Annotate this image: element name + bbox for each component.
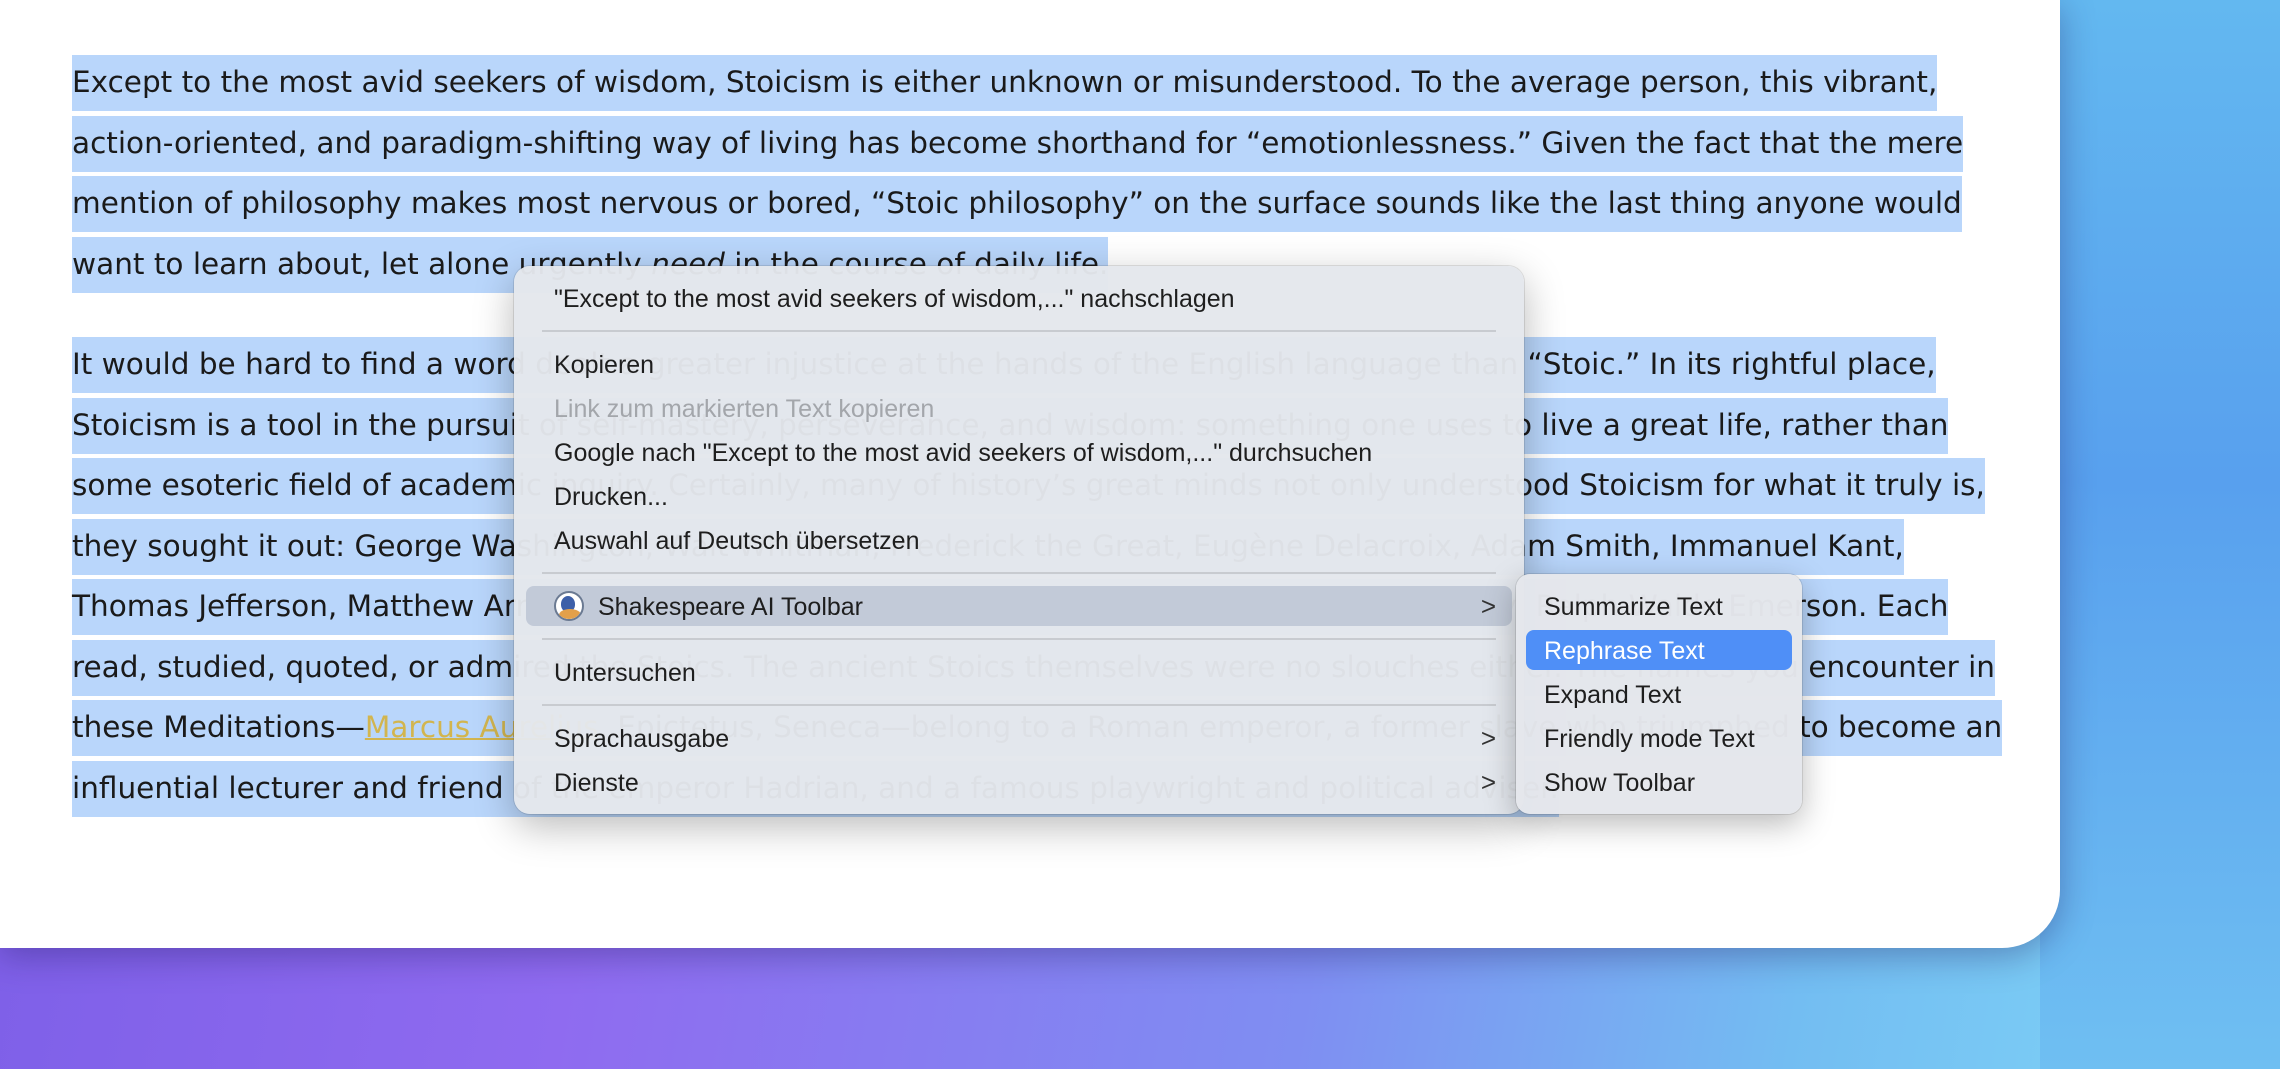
menu-item-speech-label: Sprachausgabe (554, 725, 730, 753)
menu-separator (542, 330, 1496, 332)
submenu-item-rephrase[interactable]: Rephrase Text (1526, 630, 1792, 670)
chevron-right-icon: > (1480, 767, 1496, 797)
submenu-item-show-toolbar-label: Show Toolbar (1544, 769, 1696, 797)
menu-item-google-search[interactable]: Google nach "Except to the most avid see… (526, 432, 1512, 472)
menu-item-copy-label: Kopieren (554, 351, 655, 379)
submenu-item-friendly-label: Friendly mode Text (1544, 725, 1755, 753)
submenu-item-expand-label: Expand Text (1544, 681, 1682, 709)
menu-item-lookup[interactable]: "Except to the most avid seekers of wisd… (526, 278, 1512, 318)
menu-item-speech[interactable]: Sprachausgabe > (526, 718, 1512, 758)
submenu-item-summarize-label: Summarize Text (1544, 593, 1723, 621)
submenu-item-friendly[interactable]: Friendly mode Text (1526, 718, 1792, 758)
menu-separator (542, 704, 1496, 706)
menu-item-print[interactable]: Drucken... (526, 476, 1512, 516)
menu-item-services[interactable]: Dienste > (526, 762, 1512, 802)
selected-text: Except to the most avid seekers of wisdo… (72, 55, 1964, 293)
desktop-background (2040, 0, 2280, 1069)
menu-item-translate[interactable]: Auswahl auf Deutsch übersetzen (526, 520, 1512, 560)
submenu-item-rephrase-label: Rephrase Text (1544, 637, 1705, 665)
menu-item-inspect-label: Untersuchen (554, 659, 696, 687)
submenu-item-expand[interactable]: Expand Text (1526, 674, 1792, 714)
menu-item-copy-link-label: Link zum markierten Text kopieren (554, 395, 935, 423)
menu-separator (542, 638, 1496, 640)
menu-item-lookup-label: "Except to the most avid seekers of wisd… (554, 285, 1235, 313)
menu-item-translate-label: Auswahl auf Deutsch übersetzen (554, 527, 920, 555)
context-menu: "Except to the most avid seekers of wisd… (514, 266, 1524, 814)
menu-item-copy[interactable]: Kopieren (526, 344, 1512, 384)
chevron-right-icon: > (1480, 723, 1496, 753)
chevron-right-icon: > (1480, 591, 1496, 621)
menu-item-google-search-label: Google nach "Except to the most avid see… (554, 439, 1373, 467)
menu-item-services-label: Dienste (554, 769, 639, 797)
menu-item-shakespeare-label: Shakespeare AI Toolbar (598, 593, 864, 621)
menu-item-inspect[interactable]: Untersuchen (526, 652, 1512, 692)
menu-item-print-label: Drucken... (554, 483, 668, 511)
submenu-item-summarize[interactable]: Summarize Text (1526, 586, 1792, 626)
menu-item-copy-link: Link zum markierten Text kopieren (526, 388, 1512, 428)
menu-item-shakespeare[interactable]: Shakespeare AI Toolbar > (526, 586, 1512, 626)
paragraph-1[interactable]: Except to the most avid seekers of wisdo… (72, 52, 2012, 294)
shakespeare-submenu: Summarize Text Rephrase Text Expand Text… (1516, 574, 1802, 814)
shakespeare-app-icon (554, 591, 584, 621)
menu-separator (542, 572, 1496, 574)
submenu-item-show-toolbar[interactable]: Show Toolbar (1526, 762, 1792, 802)
